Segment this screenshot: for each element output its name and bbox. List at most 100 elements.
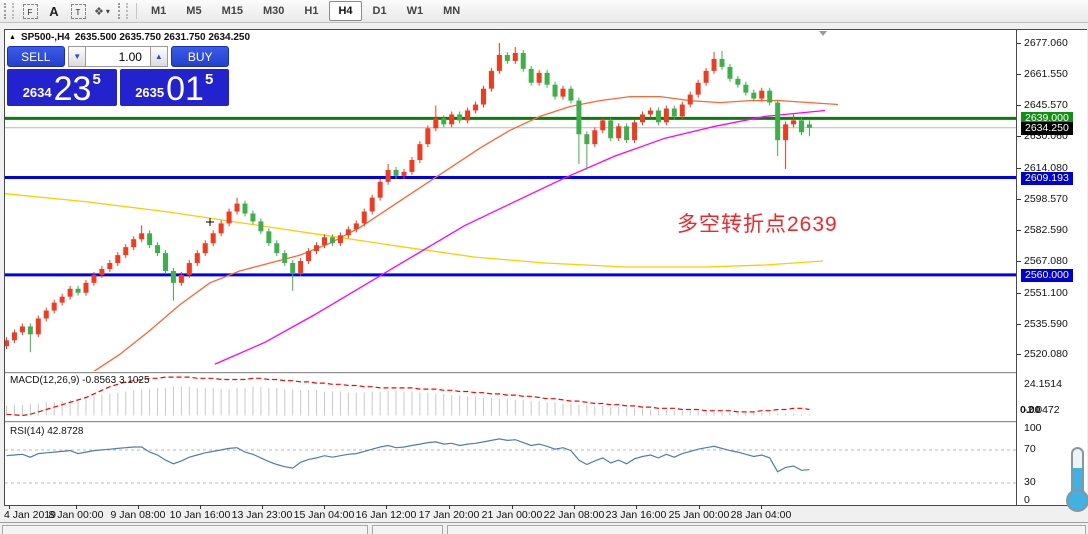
timeframe-button-M1[interactable]: M1 (142, 1, 175, 21)
status-strip (0, 522, 1088, 534)
axis-label: 30 (1024, 476, 1036, 488)
price-axis[interactable]: 2677.0602661.5502645.5702630.0602614.080… (1017, 30, 1087, 505)
status-segment (2, 525, 368, 534)
timeframe-button-MN[interactable]: MN (434, 1, 469, 21)
one-click-trade-panel: SELL ▼ ▲ BUY 2634 23 5 2635 01 5 (7, 46, 229, 106)
time-label: 13 Jan 23:00 (232, 509, 293, 521)
axis-tick (1017, 168, 1021, 169)
status-segment-3 (447, 525, 1086, 534)
time-tick (262, 505, 263, 509)
time-tick (512, 505, 513, 509)
timeframe-toolbar: M1M5M15M30H1H4D1W1MN (141, 1, 470, 21)
toolbar-separator (136, 3, 137, 19)
axis-label: 2520.080 (1024, 348, 1068, 360)
axis-label: 2609.193 (1021, 172, 1073, 185)
timeframe-button-M5[interactable]: M5 (177, 1, 210, 21)
axis-label: 2567.080 (1024, 255, 1068, 267)
rsi-pane[interactable] (5, 423, 1016, 505)
time-label: 21 Jan 00:00 (482, 509, 543, 521)
time-label: 9 Jan 08:00 (111, 509, 166, 521)
axis-tick (1017, 324, 1021, 325)
mt4-window: F A T ❖ ▾ M1M5M15M30H1H4D1W1MN 2677.060 2… (0, 0, 1088, 534)
objects-icon: ❖ (94, 5, 104, 18)
buy-price-tile[interactable]: 2635 01 5 (120, 69, 230, 106)
time-tick (138, 505, 139, 509)
axis-label: 2551.100 (1024, 287, 1068, 299)
timeframe-button-D1[interactable]: D1 (364, 1, 396, 21)
symbol-title: SP500-,H4 (21, 32, 70, 43)
time-tick (324, 505, 325, 509)
axis-label: 2598.570 (1024, 193, 1068, 205)
axis-label: 100 (1024, 422, 1042, 434)
axis-label: 2560.000 (1021, 269, 1073, 282)
thermometer-icon (1064, 447, 1088, 511)
time-label: 17 Jan 20:00 (419, 509, 480, 521)
rsi-label: RSI(14) 42.8728 (10, 426, 83, 437)
time-tick (761, 505, 762, 509)
toolbar: F A T ❖ ▾ M1M5M15M30H1H4D1W1MN (0, 0, 1088, 23)
sell-price-tile[interactable]: 2634 23 5 (7, 69, 117, 106)
time-label: 23 Jan 16:00 (606, 509, 667, 521)
frame-tool-icon: F (23, 4, 38, 19)
time-tick (76, 505, 77, 509)
sell-price-fraction: 5 (92, 71, 100, 88)
sell-button[interactable]: SELL (7, 46, 65, 67)
time-label: 25 Jan 00:00 (669, 509, 730, 521)
ohlc-readout: 2635.500 2635.750 2631.750 2634.250 (75, 32, 250, 43)
volume-down-button[interactable]: ▼ (68, 46, 86, 67)
time-label: 28 Jan 04:00 (731, 509, 792, 521)
buy-button[interactable]: BUY (171, 46, 229, 67)
axis-tick (1017, 230, 1021, 231)
time-label: 8 Jan 00:00 (49, 509, 104, 521)
time-tick (386, 505, 387, 509)
time-label: 10 Jan 16:00 (170, 509, 231, 521)
volume-up-button[interactable]: ▲ (150, 46, 168, 67)
text-label-button[interactable]: A (44, 2, 64, 20)
chevron-down-icon: ▾ (106, 7, 110, 16)
time-label: 15 Jan 04:00 (294, 509, 355, 521)
time-tick (200, 505, 201, 509)
frame-tool-button[interactable]: F (20, 2, 40, 20)
sell-price-pips: 23 (54, 74, 92, 104)
timeframe-button-M15[interactable]: M15 (213, 1, 252, 21)
objects-dropdown-button[interactable]: ❖ ▾ (92, 2, 112, 20)
time-label: 16 Jan 12:00 (356, 509, 417, 521)
axis-label: 2582.590 (1024, 224, 1068, 236)
axis-label: 0.00 (1020, 404, 1040, 416)
timeframe-button-H4[interactable]: H4 (329, 1, 361, 21)
buy-price-handle: 2635 (135, 85, 164, 100)
chart-area[interactable]: 2677.0602661.5502645.5702630.0602614.080… (4, 29, 1087, 506)
text-box-button[interactable]: T (68, 2, 88, 20)
timeframe-button-W1[interactable]: W1 (398, 1, 433, 21)
macd-pane[interactable] (5, 374, 1016, 421)
buy-price-fraction: 5 (205, 71, 213, 88)
toolbar-grip-2[interactable] (118, 3, 128, 19)
axis-label: 2634.250 (1021, 122, 1073, 135)
time-tick (449, 505, 450, 509)
axis-tick (1017, 293, 1021, 294)
time-axis[interactable]: 4 Jan 20198 Jan 00:009 Jan 08:0010 Jan 1… (4, 506, 1087, 522)
timeframe-button-H1[interactable]: H1 (295, 1, 327, 21)
axis-tick (1017, 136, 1021, 137)
chart-annotation: 多空转折点2639 (677, 208, 838, 238)
volume-input[interactable] (86, 46, 150, 67)
text-label-icon: A (49, 4, 58, 19)
axis-label: 2677.060 (1024, 37, 1068, 49)
chart-header: ▲ SP500-,H4 2635.500 2635.750 2631.750 2… (9, 32, 250, 43)
time-tick (636, 505, 637, 509)
axis-tick (1017, 105, 1021, 106)
timeframe-button-M30[interactable]: M30 (254, 1, 293, 21)
toolbar-grip[interactable] (4, 3, 14, 19)
time-tick (9, 505, 10, 509)
time-label: 22 Jan 08:00 (544, 509, 605, 521)
axis-label: 2645.570 (1024, 99, 1068, 111)
axis-tick (1017, 261, 1021, 262)
rsi-line (7, 439, 810, 472)
text-box-icon: T (71, 4, 86, 19)
axis-tick (1017, 43, 1021, 44)
time-tick (699, 505, 700, 509)
thermometer-bulb (1066, 489, 1088, 512)
axis-label: 0 (1024, 494, 1030, 506)
collapse-arrow-icon[interactable]: ▲ (9, 34, 16, 41)
axis-label: 70 (1024, 443, 1036, 455)
